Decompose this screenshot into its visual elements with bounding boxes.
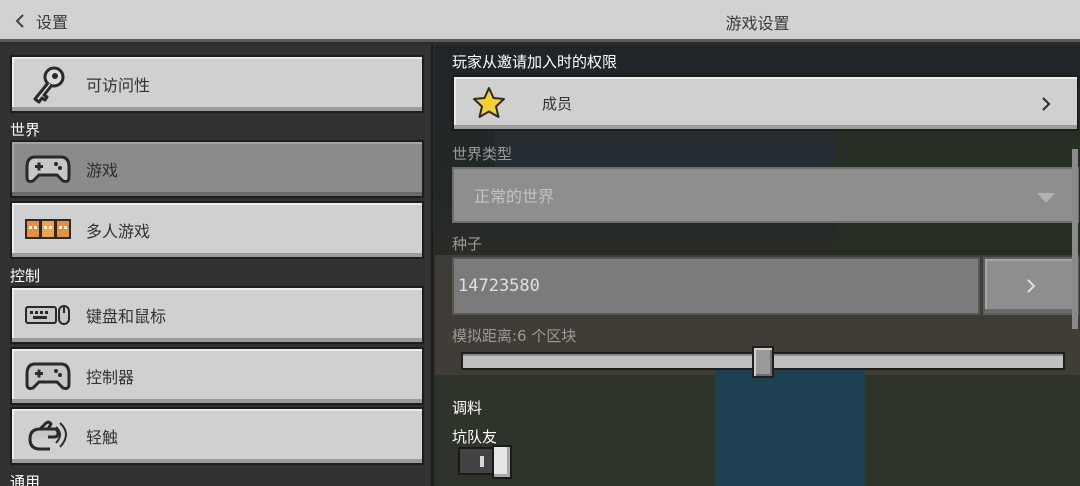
sidebar-item-label: 可访问性 (86, 76, 151, 95)
sidebar-item-label: 键盘和鼠标 (86, 307, 167, 326)
sidebar-item-touch[interactable]: 轻触 (10, 407, 424, 465)
permission-dropdown-button[interactable]: 成员 (452, 75, 1079, 131)
controller-icon (24, 356, 72, 396)
seed-label: 种子 (452, 235, 483, 253)
section-label-controls: 控制 (10, 267, 41, 285)
game-settings-panel: 玩家从邀请加入时的权限 成员 世界类型 正常的世界 种子 14723580 模拟… (435, 45, 1080, 486)
sidebar-item-accessibility[interactable]: 可访问性 (10, 55, 424, 113)
sidebar-item-controller[interactable]: 控制器 (10, 347, 424, 405)
back-button[interactable]: 设置 (6, 6, 76, 36)
seed-input[interactable]: 14723580 (452, 257, 980, 315)
chevron-left-icon (15, 14, 24, 28)
key-icon (24, 64, 72, 104)
sidebar-item-multiplayer[interactable]: 多人游戏 (10, 201, 424, 259)
toggle-knob[interactable] (492, 445, 512, 479)
seed-confirm-button[interactable] (983, 257, 1079, 315)
permission-label: 玩家从邀请加入时的权限 (452, 53, 618, 71)
sidebar-item-label: 轻触 (86, 428, 119, 447)
keyboard-mouse-icon (24, 295, 72, 335)
teammate-toggle-label: 坑队友 (452, 428, 498, 446)
chevron-down-icon (1037, 193, 1055, 203)
section-label-general: 通用 (10, 473, 41, 486)
star-icon (473, 87, 505, 118)
section-label-world: 世界 (10, 121, 41, 139)
top-bar: 设置 游戏设置 (0, 0, 1080, 42)
page-title: 游戏设置 (725, 14, 790, 33)
permission-value: 成员 (542, 94, 573, 113)
teammate-toggle[interactable] (458, 445, 512, 479)
world-type-label: 世界类型 (452, 145, 513, 163)
sidebar-item-label: 游戏 (86, 161, 119, 180)
world-type-dropdown[interactable]: 正常的世界 (452, 167, 1079, 223)
touch-hand-icon (24, 416, 72, 456)
scrollbar[interactable] (1072, 149, 1078, 329)
chevron-right-icon (1027, 279, 1036, 293)
slider-thumb[interactable] (752, 346, 774, 378)
sidebar-item-game[interactable]: 游戏 (10, 140, 424, 198)
simulation-distance-label: 模拟距离:6 个区块 (452, 327, 577, 345)
toggle-mark (480, 456, 484, 467)
sidebar-item-label: 控制器 (86, 368, 135, 387)
world-type-value: 正常的世界 (474, 187, 555, 206)
cheats-section-label: 调料 (452, 399, 483, 417)
sidebar-item-label: 多人游戏 (86, 222, 151, 241)
settings-sidebar: 可访问性 世界 游戏 多人游戏 控制 键盘和鼠标 控制器 轻触 通用 (0, 45, 433, 486)
gamepad-icon (24, 149, 72, 189)
sidebar-item-keyboard-mouse[interactable]: 键盘和鼠标 (10, 286, 424, 344)
back-label: 设置 (36, 13, 69, 32)
players-icon (24, 210, 72, 250)
chevron-right-icon (1042, 97, 1051, 111)
